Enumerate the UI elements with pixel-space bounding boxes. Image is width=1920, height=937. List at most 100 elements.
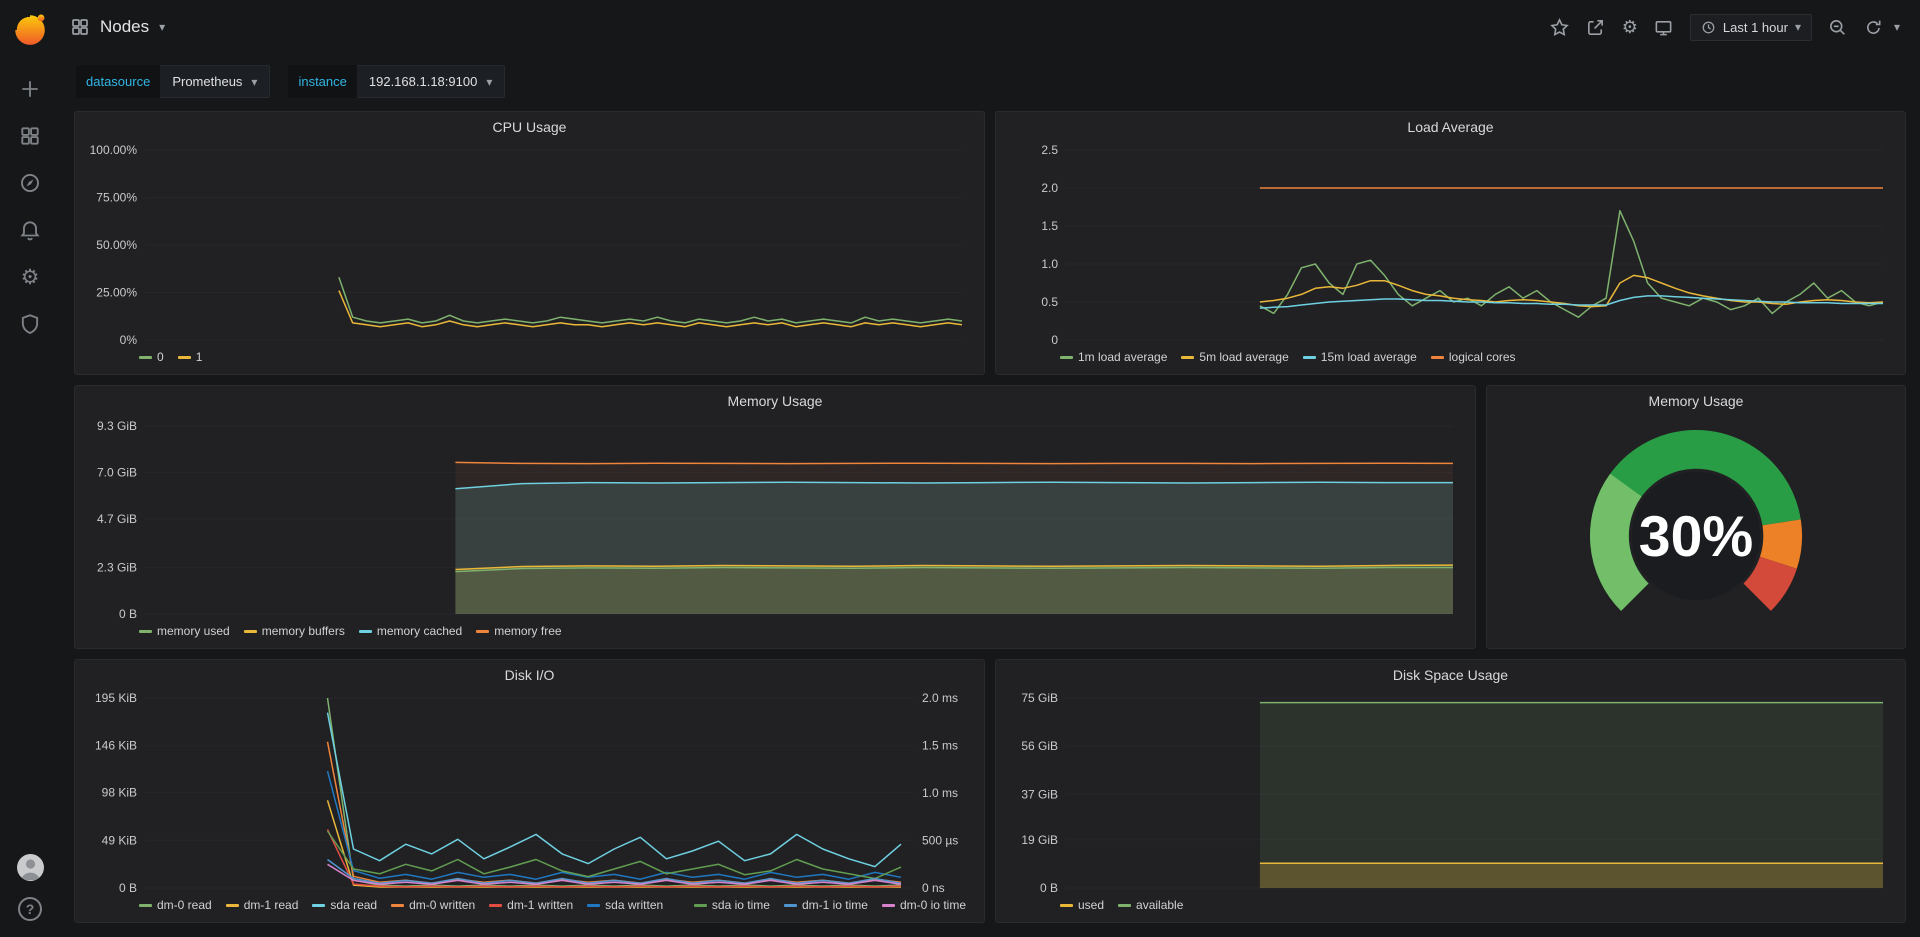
caret-down-icon: ▾ [159, 20, 165, 34]
cpu-usage-plot[interactable]: 0%25.00%50.00%75.00%100.00%20:1520:2020:… [81, 142, 978, 348]
cpu-usage-chart[interactable]: 0%25.00%50.00%75.00%100.00%20:1520:2020:… [75, 142, 984, 374]
dashboards-icon[interactable] [19, 125, 41, 147]
legend-item-memory-buffers[interactable]: memory buffers [244, 624, 345, 638]
help-glyph: ? [26, 901, 35, 917]
legend-item-sda-io-time[interactable]: sda io time [694, 898, 770, 912]
svg-text:0 B: 0 B [119, 607, 137, 621]
disk-space-usage-plot[interactable]: 0 B19 GiB37 GiB56 GiB75 GiB20:1520:2020:… [1002, 690, 1899, 896]
svg-text:25.00%: 25.00% [96, 286, 137, 300]
legend-swatch [244, 630, 257, 633]
instance-dropdown[interactable]: 192.168.1.18:9100 ▾ [357, 65, 505, 98]
legend-item-5m-load-average[interactable]: 5m load average [1181, 350, 1288, 364]
disk-io-plot[interactable]: 0 B49 KiB98 KiB146 KiB195 KiB0 ns500 µs1… [81, 690, 978, 896]
panel-title[interactable]: Disk I/O [75, 660, 984, 690]
caret-down-icon: ▾ [486, 75, 492, 89]
legend-label: dm-1 io time [802, 898, 868, 912]
legend-item-used[interactable]: used [1060, 898, 1104, 912]
datasource-dropdown[interactable]: Prometheus ▾ [160, 65, 270, 98]
panel-title[interactable]: Load Average [996, 112, 1905, 142]
disk-io-chart[interactable]: 0 B49 KiB98 KiB146 KiB195 KiB0 ns500 µs1… [75, 690, 984, 922]
load-average-plot[interactable]: 00.51.01.52.02.520:1520:2020:2520:3020:3… [1002, 142, 1899, 348]
legend-item-memory-cached[interactable]: memory cached [359, 624, 462, 638]
svg-text:1.5 ms: 1.5 ms [922, 739, 958, 753]
svg-text:0.5: 0.5 [1041, 295, 1058, 309]
panel-title[interactable]: CPU Usage [75, 112, 984, 142]
svg-text:2.5: 2.5 [1041, 143, 1058, 157]
legend-label: memory cached [377, 624, 462, 638]
legend-item-dm-0-written[interactable]: dm-0 written [391, 898, 475, 912]
memory-gauge-chart[interactable]: 30% [1487, 416, 1905, 648]
legend-item-dm-1-written[interactable]: dm-1 written [489, 898, 573, 912]
disk-space-usage-chart[interactable]: 0 B19 GiB37 GiB56 GiB75 GiB20:1520:2020:… [996, 690, 1905, 922]
avatar[interactable] [17, 854, 44, 881]
legend-item-1m-load-average[interactable]: 1m load average [1060, 350, 1167, 364]
shield-icon[interactable] [19, 313, 41, 335]
svg-text:146 KiB: 146 KiB [95, 739, 137, 753]
legend-item-dm-0-read[interactable]: dm-0 read [139, 898, 212, 912]
legend-item-0[interactable]: 0 [139, 350, 164, 364]
refresh-icon[interactable] [1864, 17, 1884, 37]
legend-item-logical-cores[interactable]: logical cores [1431, 350, 1516, 364]
dashboard-grid-icon [70, 17, 90, 37]
load-average-chart[interactable]: 00.51.01.52.02.520:1520:2020:2520:3020:3… [996, 142, 1905, 374]
legend-item-1[interactable]: 1 [178, 350, 203, 364]
panel-memory-gauge: Memory Usage 30% [1486, 385, 1906, 649]
svg-text:4.7 GiB: 4.7 GiB [97, 512, 137, 526]
legend-item-dm-1-io-time[interactable]: dm-1 io time [784, 898, 868, 912]
time-range-picker[interactable]: Last 1 hour ▾ [1690, 14, 1812, 41]
legend-label: dm-1 written [507, 898, 573, 912]
search-minus-icon[interactable] [1828, 17, 1848, 37]
svg-text:98 KiB: 98 KiB [102, 786, 137, 800]
grafana-app: ⚙ ? Nodes ▾ [0, 0, 1920, 937]
legend-label: 1 [196, 350, 203, 364]
legend-item-sda-written[interactable]: sda written [587, 898, 663, 912]
plus-icon[interactable] [19, 78, 41, 100]
panel-disk-io: Disk I/O 0 B49 KiB98 KiB146 KiB195 KiB0 … [74, 659, 985, 923]
caret-down-icon: ▾ [251, 75, 257, 89]
explore-compass-icon[interactable] [19, 172, 41, 194]
legend-swatch [139, 630, 152, 633]
legend-swatch [1060, 904, 1073, 907]
svg-text:1.0: 1.0 [1041, 257, 1058, 271]
sidebar-bottom: ? [17, 854, 44, 921]
svg-text:100.00%: 100.00% [90, 143, 138, 157]
row-2: Memory Usage 0 B2.3 GiB4.7 GiB7.0 GiB9.3… [74, 385, 1906, 649]
legend-item-available[interactable]: available [1118, 898, 1183, 912]
svg-text:19 GiB: 19 GiB [1021, 833, 1058, 847]
variable-label: datasource [76, 65, 160, 98]
variable-instance: instance 192.168.1.18:9100 ▾ [288, 65, 505, 98]
star-icon[interactable] [1550, 17, 1570, 37]
settings-gear-icon[interactable]: ⚙ [1622, 18, 1638, 36]
panel-memory-usage: Memory Usage 0 B2.3 GiB4.7 GiB7.0 GiB9.3… [74, 385, 1476, 649]
legend-swatch [359, 630, 372, 633]
grafana-logo[interactable] [11, 10, 49, 48]
panel-title[interactable]: Memory Usage [75, 386, 1475, 416]
legend-label: 15m load average [1321, 350, 1417, 364]
legend-item-memory-used[interactable]: memory used [139, 624, 230, 638]
legend-item-sda-read[interactable]: sda read [312, 898, 377, 912]
page-title: Nodes [100, 17, 149, 37]
help-icon[interactable]: ? [18, 897, 42, 921]
dashboard-title-button[interactable]: Nodes ▾ [70, 17, 165, 37]
legend-label: 0 [157, 350, 164, 364]
legend-label: dm-1 read [244, 898, 299, 912]
refresh-interval-caret-icon[interactable]: ▾ [1894, 20, 1900, 34]
svg-text:195 KiB: 195 KiB [95, 691, 137, 705]
monitor-icon[interactable] [1654, 17, 1674, 37]
memory-gauge-plot[interactable]: 30% [1493, 416, 1899, 644]
share-icon[interactable] [1586, 17, 1606, 37]
memory-usage-chart[interactable]: 0 B2.3 GiB4.7 GiB7.0 GiB9.3 GiB20:1520:2… [75, 416, 1475, 648]
gear-icon[interactable]: ⚙ [19, 266, 41, 288]
legend-item-memory-free[interactable]: memory free [476, 624, 561, 638]
panel-title[interactable]: Disk Space Usage [996, 660, 1905, 690]
legend-item-dm-0-io-time[interactable]: dm-0 io time [882, 898, 966, 912]
datasource-value: Prometheus [172, 74, 242, 89]
legend-swatch [1181, 356, 1194, 359]
svg-text:56 GiB: 56 GiB [1021, 739, 1058, 753]
legend-item-15m-load-average[interactable]: 15m load average [1303, 350, 1417, 364]
panel-grid: CPU Usage 0%25.00%50.00%75.00%100.00%20:… [60, 111, 1920, 937]
panel-title[interactable]: Memory Usage [1487, 386, 1905, 416]
legend-item-dm-1-read[interactable]: dm-1 read [226, 898, 299, 912]
alerting-bell-icon[interactable] [19, 219, 41, 241]
memory-usage-plot[interactable]: 0 B2.3 GiB4.7 GiB7.0 GiB9.3 GiB20:1520:2… [81, 416, 1469, 622]
